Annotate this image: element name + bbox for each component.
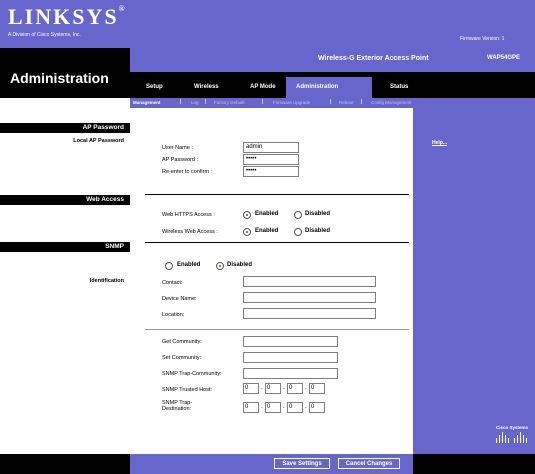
tab-status[interactable]: Status bbox=[390, 84, 408, 90]
divider bbox=[145, 242, 409, 243]
wireless-enabled-label: Enabled bbox=[255, 228, 279, 234]
subtab-log[interactable]: Log bbox=[191, 100, 199, 105]
section-ap-password: AP Password bbox=[82, 124, 124, 131]
web-https-label: Web HTTPS Access : bbox=[162, 212, 215, 218]
snmp-disabled-radio[interactable] bbox=[216, 262, 224, 270]
subtab-firmware-upgrade[interactable]: Firmware Upgrade bbox=[273, 100, 310, 105]
tab-wireless[interactable]: Wireless bbox=[194, 84, 219, 90]
model-number: WAP54GPE bbox=[487, 55, 521, 61]
ip-dot: . bbox=[305, 385, 307, 391]
subtab-management[interactable]: Management bbox=[133, 100, 161, 105]
trap-destination-label-line2: Destination: bbox=[162, 406, 192, 412]
trap-destination-label: SNMP Trap- Destination: bbox=[162, 400, 192, 412]
subtab-separator: | bbox=[262, 99, 264, 105]
divider bbox=[145, 329, 409, 330]
trusted-host-ip-octet-1[interactable]: 0 bbox=[243, 383, 259, 394]
subtab-separator: | bbox=[205, 99, 207, 105]
ap-password-label: AP Password : bbox=[162, 157, 198, 163]
ip-dot: . bbox=[261, 385, 263, 391]
cancel-changes-button[interactable]: Cancel Changes bbox=[338, 458, 400, 469]
trusted-host-ip-octet-2[interactable]: 0 bbox=[265, 383, 281, 394]
reenter-password-input[interactable]: ••••• bbox=[243, 166, 299, 177]
trap-destination-ip-octet-1[interactable]: 0 bbox=[243, 402, 259, 413]
trap-destination-ip-octet-2[interactable]: 0 bbox=[265, 402, 281, 413]
location-label: Location: bbox=[162, 312, 185, 318]
wireless-disabled-radio[interactable] bbox=[294, 228, 302, 236]
ip-dot: . bbox=[261, 404, 263, 410]
wireless-enabled-radio[interactable] bbox=[243, 228, 251, 236]
trap-community-label: SNMP Trap-Community: bbox=[162, 371, 222, 377]
get-community-label: Get Community: bbox=[162, 339, 202, 345]
https-disabled-label: Disabled bbox=[305, 211, 331, 217]
help-link[interactable]: Help... bbox=[432, 140, 447, 146]
logo-subtitle: A Division of Cisco Systems, Inc. bbox=[8, 32, 81, 38]
contact-label: Contact: bbox=[162, 280, 183, 286]
snmp-disabled-label: Disabled bbox=[227, 262, 253, 268]
label-identification: Identification bbox=[89, 278, 124, 284]
trusted-host-ip-octet-3[interactable]: 0 bbox=[287, 383, 303, 394]
set-community-label: Set Community: bbox=[162, 355, 202, 361]
user-name-input[interactable]: admin bbox=[243, 142, 299, 153]
section-web-access: Web Access bbox=[86, 196, 124, 203]
tab-administration[interactable]: Administration bbox=[296, 84, 338, 90]
trusted-host-ip-octet-4[interactable]: 0 bbox=[309, 383, 325, 394]
section-snmp: SNMP bbox=[105, 243, 124, 250]
trap-community-input[interactable] bbox=[243, 368, 338, 379]
ip-dot: . bbox=[305, 404, 307, 410]
subtab-factory-default[interactable]: Factory Default bbox=[214, 100, 245, 105]
ap-password-input[interactable]: ••••• bbox=[243, 154, 299, 165]
product-name: Wireless-G Exterior Access Point bbox=[318, 55, 429, 62]
subtab-separator: | bbox=[361, 99, 363, 105]
ip-dot: . bbox=[283, 404, 285, 410]
tab-setup[interactable]: Setup bbox=[146, 84, 163, 90]
wireless-web-label: Wireless Web Access : bbox=[162, 229, 218, 235]
snmp-enabled-label: Enabled bbox=[177, 262, 201, 268]
subtab-config-management[interactable]: Config Management bbox=[371, 100, 412, 105]
ip-dot: . bbox=[283, 385, 285, 391]
trap-destination-ip-octet-3[interactable]: 0 bbox=[287, 402, 303, 413]
label-local-ap-password: Local AP Password bbox=[73, 138, 124, 144]
trap-destination-ip-octet-4[interactable]: 0 bbox=[309, 402, 325, 413]
subtab-separator: | bbox=[330, 99, 332, 105]
linksys-logo: LINKSYS® bbox=[8, 4, 127, 29]
user-name-label: User Name : bbox=[162, 145, 193, 151]
subtab-reboot[interactable]: Reboot bbox=[339, 100, 354, 105]
device-name-input[interactable] bbox=[243, 292, 376, 303]
get-community-input[interactable] bbox=[243, 336, 338, 347]
right-column bbox=[413, 108, 535, 454]
location-input[interactable] bbox=[243, 308, 376, 319]
firmware-version: Firmware Version: 1 bbox=[460, 36, 505, 42]
page-title: Administration bbox=[10, 70, 109, 86]
set-community-input[interactable] bbox=[243, 352, 338, 363]
trusted-host-label: SNMP Trusted Host: bbox=[162, 387, 213, 393]
divider bbox=[145, 194, 409, 195]
https-enabled-radio[interactable] bbox=[243, 211, 251, 219]
https-enabled-label: Enabled bbox=[255, 211, 279, 217]
wireless-disabled-label: Disabled bbox=[305, 228, 331, 234]
save-settings-button[interactable]: Save Settings bbox=[274, 458, 330, 469]
contact-input[interactable] bbox=[243, 276, 376, 287]
https-disabled-radio[interactable] bbox=[294, 211, 302, 219]
cisco-bridge-icon bbox=[496, 432, 527, 443]
device-name-label: Device Name: bbox=[162, 296, 197, 302]
cisco-logo: Cisco Systems bbox=[492, 425, 532, 447]
snmp-enabled-radio[interactable] bbox=[165, 262, 173, 270]
tab-ap-mode[interactable]: AP Mode bbox=[250, 84, 276, 90]
subtab-separator: | bbox=[180, 99, 182, 105]
reenter-password-label: Re-enter to confirm : bbox=[162, 169, 213, 175]
